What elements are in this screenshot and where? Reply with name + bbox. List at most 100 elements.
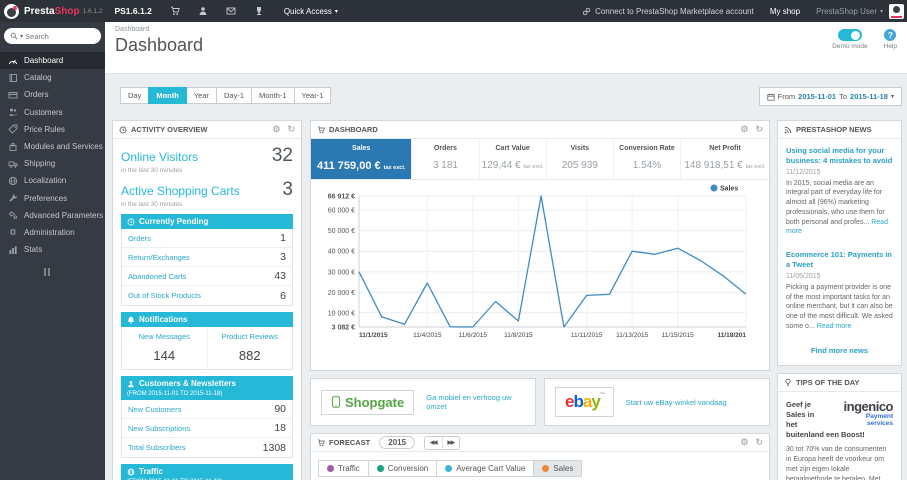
activity-panel-body: Online Visitors 32 in the last 30 minutes… bbox=[113, 139, 301, 480]
traffic-dot-icon bbox=[327, 465, 334, 472]
previous-year-button[interactable]: ◀◀ bbox=[425, 437, 441, 449]
panel-settings-icon[interactable]: ⚙ bbox=[740, 124, 748, 135]
dashboard-panel-header: DASHBOARD ⚙ ↻ bbox=[311, 121, 769, 139]
pending-row-returns[interactable]: Return/Exchanges 3 bbox=[122, 248, 292, 267]
news-item-title[interactable]: Using social media for your business: 4 … bbox=[786, 146, 893, 166]
tab-day-1[interactable]: Day-1 bbox=[216, 87, 253, 104]
ebay-ad-link[interactable]: Start uw eBay-winkel vandaag bbox=[626, 398, 727, 407]
product-reviews-cell[interactable]: Product Reviews 882 bbox=[206, 327, 293, 369]
svg-text:11/13/2015: 11/13/2015 bbox=[616, 332, 648, 339]
svg-text:11/4/2015: 11/4/2015 bbox=[413, 332, 442, 339]
user-avatar[interactable] bbox=[889, 3, 904, 19]
demo-mode-control[interactable]: Demo mode bbox=[832, 29, 868, 50]
sidebar-item-price-rules[interactable]: Price Rules bbox=[0, 121, 105, 138]
sales-dot-icon bbox=[542, 465, 550, 472]
search-input[interactable] bbox=[25, 31, 84, 41]
customers-newsletters-header: Customers & Newsletters (FROM 2015-11-01… bbox=[121, 376, 293, 400]
user-menu[interactable]: PrestaShop User ▾ bbox=[816, 7, 883, 16]
total-subscribers-row[interactable]: Total Subscribers 1308 bbox=[122, 438, 292, 457]
sidebar-item-catalog[interactable]: Catalog bbox=[0, 69, 105, 86]
cart-icon[interactable] bbox=[170, 6, 180, 16]
forecast-legend-sales[interactable]: Sales bbox=[533, 460, 583, 477]
partner-ads-row: Shopgate Ga mobiel en verhoog uw omzet e… bbox=[310, 378, 770, 426]
new-subscriptions-row[interactable]: New Subscriptions 18 bbox=[122, 419, 292, 438]
bell-icon bbox=[127, 316, 135, 324]
date-range-button[interactable]: From 2015-11-01 To 2015-11-18 ▾ bbox=[758, 87, 902, 106]
pending-row-abandoned-carts[interactable]: Abandoned Carts 43 bbox=[122, 267, 292, 286]
wrench-icon bbox=[8, 193, 18, 203]
sidebar-item-shipping[interactable]: Shipping bbox=[0, 155, 105, 172]
kpi-cart-value[interactable]: Cart Value 129,44 € tax excl. bbox=[478, 139, 546, 179]
online-visitors-link[interactable]: Online Visitors bbox=[121, 150, 198, 164]
svg-text:11/18/201: 11/18/201 bbox=[717, 332, 746, 339]
new-customers-row[interactable]: New Customers 90 bbox=[122, 400, 292, 419]
panel-refresh-icon[interactable]: ↻ bbox=[287, 124, 295, 135]
kpi-conversion-rate[interactable]: Conversion Rate 1.54% bbox=[612, 139, 680, 179]
panel-refresh-icon[interactable]: ↻ bbox=[755, 437, 763, 448]
trophy-icon[interactable] bbox=[254, 6, 264, 16]
ingenico-logo: ingenico Payment services bbox=[843, 398, 894, 427]
search-icon bbox=[10, 32, 18, 40]
active-carts-link[interactable]: Active Shopping Carts bbox=[121, 184, 240, 198]
demo-mode-toggle[interactable] bbox=[837, 29, 862, 41]
credit-card-icon bbox=[8, 90, 18, 100]
sidebar-collapse-button[interactable] bbox=[44, 268, 105, 277]
tab-year-1[interactable]: Year-1 bbox=[293, 87, 332, 104]
gear-icon bbox=[8, 227, 18, 237]
panel-settings-icon[interactable]: ⚙ bbox=[272, 124, 280, 135]
forecast-legend-average-cart-value[interactable]: Average Cart Value bbox=[436, 460, 535, 477]
topbar-right: Connect to PrestaShop Marketplace accoun… bbox=[582, 3, 907, 19]
svg-text:11/15/2015: 11/15/2015 bbox=[662, 332, 694, 339]
customer-icon[interactable] bbox=[198, 6, 208, 16]
tab-year[interactable]: Year bbox=[185, 87, 217, 104]
sidebar-item-dashboard[interactable]: Dashboard bbox=[0, 52, 105, 70]
tab-month[interactable]: Month bbox=[148, 87, 187, 104]
help-icon[interactable]: ? bbox=[884, 29, 897, 41]
panel-refresh-icon[interactable]: ↻ bbox=[755, 124, 763, 135]
kpi-net-profit[interactable]: Net Profit 148 918,51 € tax excl. bbox=[680, 139, 769, 179]
read-more-link[interactable]: Read more bbox=[817, 323, 852, 330]
help-label: Help bbox=[883, 43, 897, 50]
sidebar-search[interactable]: ▾ bbox=[4, 28, 101, 44]
help-control[interactable]: ? Help bbox=[884, 29, 897, 50]
sidebar-item-customers[interactable]: Customers bbox=[0, 104, 105, 121]
sidebar-item-orders[interactable]: Orders bbox=[0, 86, 105, 103]
forecast-year: 2015 bbox=[379, 436, 416, 449]
brand-name: PrestaShop bbox=[24, 5, 80, 17]
tips-panel-body: ingenico Payment services Geef je Sales … bbox=[778, 392, 901, 480]
find-more-news-link[interactable]: Find more news bbox=[778, 338, 901, 365]
sidebar-item-localization[interactable]: Localization bbox=[0, 172, 105, 189]
sidebar-item-modules[interactable]: Modules and Services bbox=[0, 138, 105, 155]
prestashop-news-panel: PRESTASHOP NEWS Using social media for y… bbox=[777, 120, 902, 366]
tab-day[interactable]: Day bbox=[120, 87, 150, 104]
traffic-header: Traffic (FROM 2015-11-01 TO 2015-11-18) bbox=[121, 464, 293, 480]
my-shop-link[interactable]: My shop bbox=[770, 7, 800, 16]
caret-down-icon: ▾ bbox=[890, 94, 894, 100]
tag-icon bbox=[8, 124, 18, 134]
news-item-excerpt: Picking a payment provider is one of the… bbox=[786, 283, 893, 330]
messages-icon[interactable] bbox=[226, 6, 236, 16]
sidebar-item-administration[interactable]: Administration bbox=[0, 224, 105, 241]
forecast-legend-traffic[interactable]: Traffic bbox=[318, 460, 369, 477]
sidebar: ▾ Dashboard Catalog Orders Customers Pri… bbox=[0, 22, 105, 480]
quick-access-menu[interactable]: Quick Access ▾ bbox=[284, 7, 338, 16]
kpi-visits[interactable]: Visits 205 939 bbox=[545, 139, 613, 179]
sidebar-item-stats[interactable]: Stats bbox=[0, 241, 105, 258]
sidebar-item-preferences[interactable]: Preferences bbox=[0, 190, 105, 207]
kpi-orders[interactable]: Orders 3 181 bbox=[411, 139, 478, 179]
phone-icon bbox=[332, 396, 340, 408]
sidebar-item-advanced-parameters[interactable]: Advanced Parameters bbox=[0, 207, 105, 224]
news-item-title[interactable]: Ecommerce 101: Payments in a Tweet bbox=[786, 250, 893, 270]
next-year-button[interactable]: ▶▶ bbox=[441, 436, 459, 449]
tab-month-1[interactable]: Month-1 bbox=[251, 87, 295, 104]
new-messages-cell[interactable]: New Messages 144 bbox=[122, 327, 207, 369]
pending-row-orders[interactable]: Orders 1 bbox=[122, 229, 292, 248]
marketplace-link[interactable]: Connect to PrestaShop Marketplace accoun… bbox=[582, 7, 754, 16]
forecast-legend-conversion[interactable]: Conversion bbox=[367, 460, 438, 477]
panel-settings-icon[interactable]: ⚙ bbox=[740, 437, 748, 448]
breadcrumb[interactable]: Dashboard bbox=[115, 26, 897, 33]
rss-icon bbox=[784, 126, 792, 133]
kpi-sales[interactable]: Sales 411 759,00 € tax excl. bbox=[311, 139, 412, 179]
pending-row-out-of-stock[interactable]: Out of Stock Products 6 bbox=[122, 286, 292, 305]
shopgate-ad-link[interactable]: Ga mobiel en verhoog uw omzet bbox=[426, 393, 525, 411]
